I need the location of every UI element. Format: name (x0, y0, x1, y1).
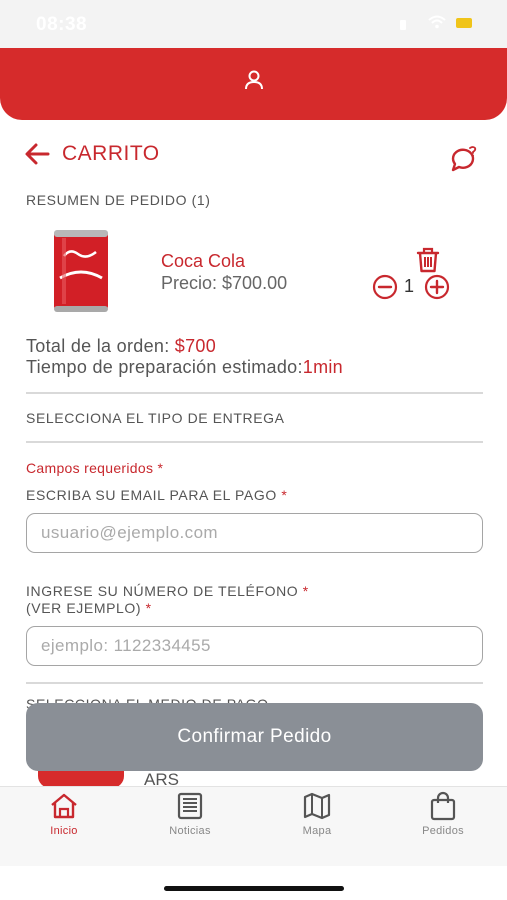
product-name: Coca Cola (161, 251, 246, 271)
phone-example-link[interactable]: (VER EJEMPLO) (26, 600, 141, 616)
cart-title-row: CARRITO (24, 140, 484, 173)
prep-time-value: 1min (302, 357, 343, 377)
email-label-text: ESCRIBA SU EMAIL PARA EL PAGO (26, 487, 277, 503)
status-bar: 08:38 (0, 0, 507, 48)
confirm-order-button[interactable]: Confirmar Pedido (26, 703, 483, 771)
home-icon (51, 793, 77, 819)
phone-label-text: INGRESE SU NÚMERO DE TELÉFONO (26, 583, 299, 599)
tab-noticias[interactable]: Noticias (145, 791, 235, 841)
email-field[interactable] (26, 513, 483, 553)
tab-pedidos[interactable]: Pedidos (398, 791, 488, 841)
divider (26, 441, 483, 443)
signal-icon (400, 20, 406, 30)
required-mark: * (157, 460, 164, 476)
tab-label: Noticias (169, 825, 211, 837)
order-summary-label: RESUMEN DE PEDIDO (1) (26, 192, 211, 208)
tab-mapa[interactable]: Mapa (272, 791, 362, 841)
chat-help-icon[interactable] (449, 145, 479, 173)
tab-label: Pedidos (422, 825, 464, 837)
required-fields-note: Campos requeridos * (26, 460, 163, 476)
tab-inicio[interactable]: Inicio (19, 791, 109, 841)
bottom-tab-bar: Inicio Noticias Mapa Pedidos (0, 786, 507, 866)
battery-icon (456, 18, 472, 28)
wifi-icon (428, 15, 446, 29)
prep-time: Tiempo de preparación estimado:1min (26, 357, 343, 378)
increase-quantity-button[interactable] (424, 274, 450, 300)
quantity-value: 1 (404, 276, 415, 296)
back-arrow-icon[interactable] (24, 142, 50, 166)
required-mark: * (145, 600, 152, 616)
delivery-type-selector[interactable]: SELECCIONA EL TIPO DE ENTREGA (26, 410, 285, 426)
required-mark: * (302, 583, 309, 599)
required-note-text: Campos requeridos (26, 460, 154, 476)
tab-label: Inicio (50, 825, 78, 837)
status-time: 08:38 (36, 14, 88, 35)
decrease-quantity-button[interactable] (372, 274, 398, 300)
trash-icon[interactable] (415, 246, 441, 274)
news-icon (177, 792, 203, 820)
coca-cola-can-icon (54, 230, 108, 312)
page-title: CARRITO (62, 142, 160, 165)
shopping-bag-icon (430, 791, 456, 821)
home-indicator (164, 886, 344, 891)
order-total-value: $700 (174, 336, 217, 356)
tab-label: Mapa (302, 825, 332, 837)
phone-label: INGRESE SU NÚMERO DE TELÉFONO * (VER EJE… (26, 583, 309, 617)
app-header (0, 48, 507, 120)
email-label: ESCRIBA SU EMAIL PARA EL PAGO * (26, 487, 287, 504)
phone-field[interactable] (26, 626, 483, 666)
product-price: Precio: $700.00 (161, 273, 288, 293)
order-total-label: Total de la orden: (26, 336, 175, 356)
map-icon (303, 792, 331, 820)
divider (26, 392, 483, 394)
user-icon[interactable] (242, 68, 266, 92)
prep-time-label: Tiempo de preparación estimado: (26, 357, 303, 377)
divider (26, 682, 483, 684)
required-mark: * (281, 487, 288, 503)
order-total: Total de la orden: $700 (26, 336, 216, 357)
